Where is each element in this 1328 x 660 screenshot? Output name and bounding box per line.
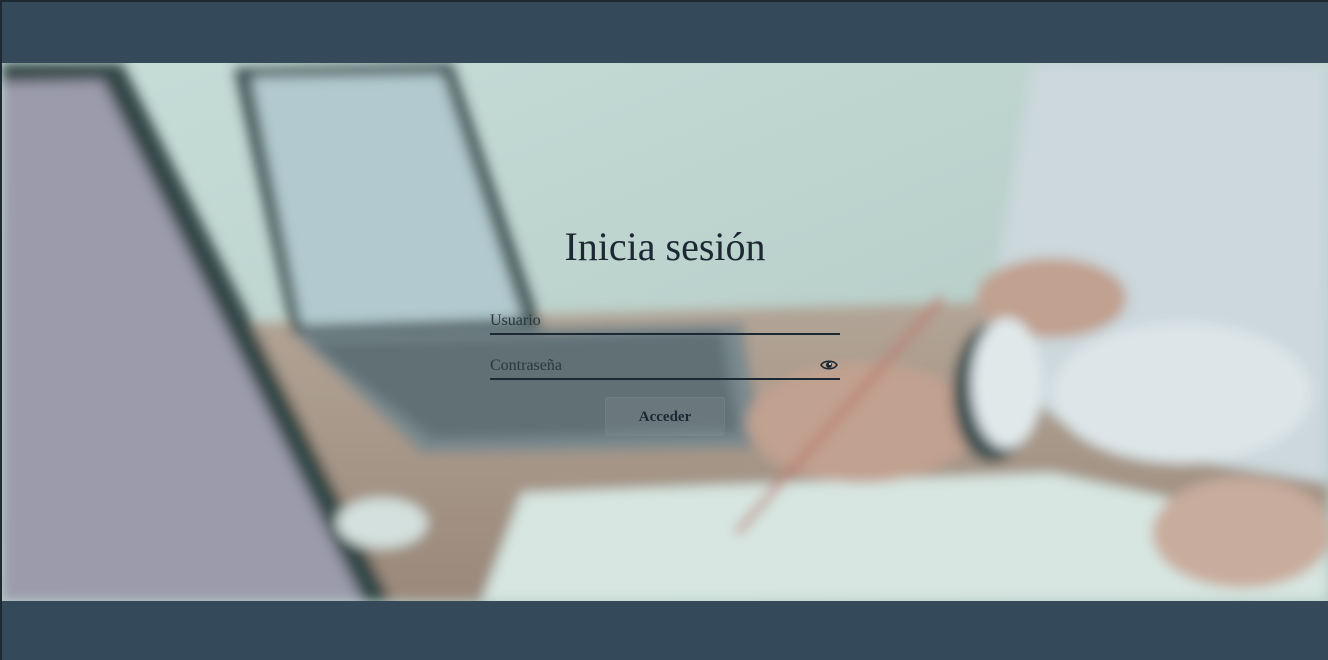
submit-button[interactable]: Acceder xyxy=(605,397,725,437)
password-field xyxy=(490,354,840,380)
password-input[interactable] xyxy=(490,354,840,378)
app-window: Inicia sesión Acceder xyxy=(0,0,1328,660)
page-title: Inicia sesión xyxy=(564,224,766,269)
eye-icon[interactable] xyxy=(820,358,838,372)
top-bar xyxy=(2,2,1328,63)
username-field xyxy=(490,309,840,335)
username-input[interactable] xyxy=(490,309,840,333)
background-image: Inicia sesión Acceder xyxy=(2,63,1328,601)
bottom-bar xyxy=(2,601,1328,660)
